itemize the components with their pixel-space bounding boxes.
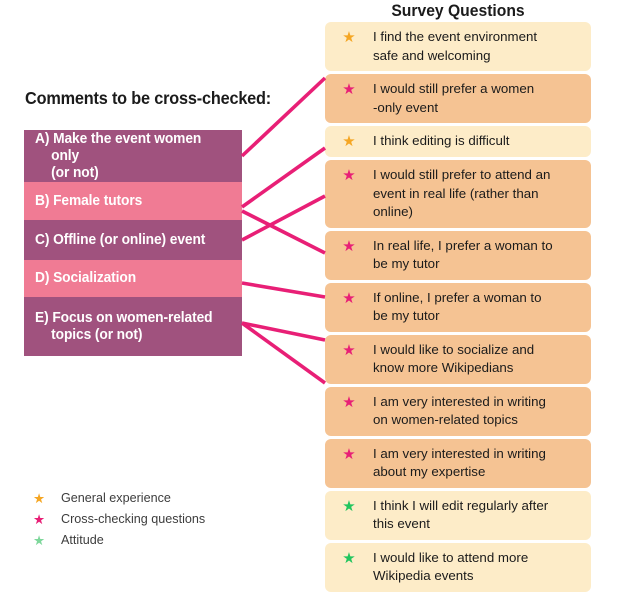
question-text: I think editing is difficult [373, 133, 510, 148]
comment-label: A) Make the event women only (or not) [35, 130, 202, 181]
comment-label: C) Offline (or online) event [35, 231, 206, 248]
question-card-3[interactable]: ★ I think editing is difficult [325, 126, 591, 157]
connector-E-to-9 [240, 321, 327, 385]
comment-row-c[interactable]: C) Offline (or online) event [24, 220, 242, 260]
question-text: If online, I prefer a woman to be my tut… [373, 289, 542, 324]
question-card-9[interactable]: ★ I am very interested in writing about m… [325, 438, 591, 488]
star-cross-icon: ★ [342, 81, 356, 98]
connector-B-to-6 [241, 209, 326, 255]
survey-questions-list: ★ I find the event environment safe and w… [325, 22, 591, 595]
question-text: I find the event environment safe and we… [373, 29, 538, 63]
star-cross-icon: ★ [342, 167, 356, 184]
comment-row-e[interactable]: E) Focus on women-related topics (or not… [24, 297, 242, 356]
legend-star-general-icon: ★ [32, 491, 46, 506]
star-general-icon: ★ [342, 29, 356, 46]
star-general-icon: ★ [342, 133, 356, 150]
question-card-6[interactable]: ★ If online, I prefer a woman to be my tu… [325, 282, 591, 332]
question-text: I would still prefer to attend an event … [373, 167, 551, 219]
comment-label: D) Socialization [35, 270, 137, 286]
star-attitude-icon: ★ [342, 549, 356, 567]
comment-row-b[interactable]: B) Female tutors [24, 182, 242, 220]
comment-row-d[interactable]: D) Socialization [24, 260, 242, 297]
star-cross-icon: ★ [342, 289, 356, 307]
comment-row-a[interactable]: A) Make the event women only (or not) [24, 130, 242, 182]
legend-label: Cross-checking questions [61, 512, 206, 526]
question-card-8[interactable]: ★ I am very interested in writing on wome… [325, 386, 591, 436]
star-cross-icon: ★ [342, 445, 356, 463]
question-card-11[interactable]: ★ I would like to attend more Wikipedia e… [325, 542, 591, 592]
comment-label: E) Focus on women-related topics (or not… [35, 309, 213, 343]
question-card-7[interactable]: ★ I would like to socialize and know more… [325, 334, 591, 384]
star-cross-icon: ★ [342, 393, 356, 411]
legend-star-cross-icon: ★ [32, 512, 46, 527]
comments-heading: Comments to be cross-checked: [25, 88, 272, 108]
legend: ★ General experience ★ Cross-checking quest… [28, 489, 205, 552]
legend-label: General experience [61, 491, 171, 505]
question-text: I would like to attend more Wikipedia ev… [373, 549, 529, 584]
question-card-5[interactable]: ★ In real life, I prefer a woman to be my… [325, 230, 591, 280]
star-cross-icon: ★ [342, 237, 356, 255]
question-card-10[interactable]: ★ I think I will edit regularly after thi… [325, 490, 591, 540]
question-text: I would like to socialize and know more … [373, 341, 535, 376]
question-text: In real life, I prefer a woman to be my … [373, 237, 553, 272]
question-card-4[interactable]: ★ I would still prefer to attend an event… [325, 160, 591, 228]
legend-item-cross: ★ Cross-checking questions [28, 510, 205, 529]
star-attitude-icon: ★ [342, 497, 356, 515]
connector-E-to-8 [241, 321, 326, 342]
comments-panel: A) Make the event women only (or not) B) … [24, 130, 242, 356]
question-text: I would still prefer a women -only event [373, 81, 535, 115]
connector-B-to-4 [240, 146, 327, 209]
legend-star-attitude-icon: ★ [32, 533, 46, 548]
question-card-1[interactable]: ★ I find the event environment safe and w… [325, 22, 591, 71]
star-cross-icon: ★ [342, 341, 356, 359]
connector-C-to-5 [241, 194, 326, 242]
legend-item-general: ★ General experience [28, 489, 205, 508]
question-text: I am very interested in writing about my… [373, 445, 546, 480]
survey-questions-title: Survey Questions [391, 2, 525, 20]
question-card-2[interactable]: ★ I would still prefer a women -only even… [325, 74, 591, 123]
survey-cross-check-diagram: Comments to be cross-checked: A) Make th… [0, 0, 617, 592]
question-text: I think I will edit regularly after this… [373, 497, 549, 532]
legend-label: Attitude [61, 533, 104, 547]
question-text: I am very interested in writing on women… [373, 393, 546, 428]
connector-D-to-7 [241, 281, 326, 299]
legend-item-attitude: ★ Attitude [28, 531, 205, 550]
comment-label: B) Female tutors [35, 192, 143, 209]
